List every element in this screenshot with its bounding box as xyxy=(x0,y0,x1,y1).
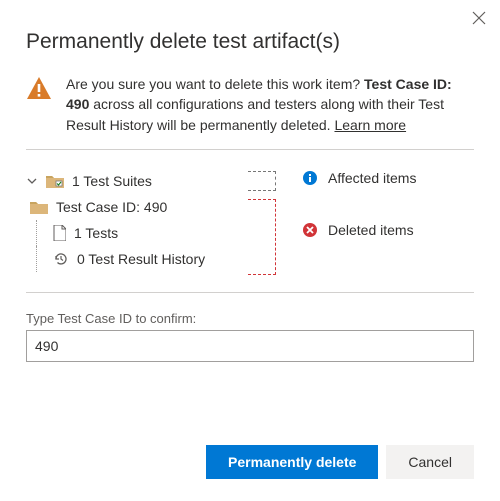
tree-row-tests[interactable]: 1 Tests xyxy=(36,220,244,246)
warning-section: Are you sure you want to delete this wor… xyxy=(26,74,474,135)
legend-deleted: Deleted items xyxy=(302,222,474,238)
warning-text-pre: Are you sure you want to delete this wor… xyxy=(66,76,364,92)
bracket-column xyxy=(244,168,292,272)
folder-icon xyxy=(30,200,48,214)
permanently-delete-button[interactable]: Permanently delete xyxy=(206,445,378,479)
history-icon xyxy=(53,251,69,267)
divider xyxy=(26,149,474,150)
folder-suite-icon xyxy=(46,174,64,188)
confirm-input[interactable] xyxy=(26,330,474,362)
warning-triangle-icon xyxy=(26,76,52,100)
error-icon xyxy=(302,222,318,238)
confirm-label: Type Test Case ID to confirm: xyxy=(26,311,474,326)
warning-text: Are you sure you want to delete this wor… xyxy=(66,74,474,135)
tree-and-legend: 1 Test Suites Test Case ID: 490 1 Tests xyxy=(26,168,474,272)
artifact-tree: 1 Test Suites Test Case ID: 490 1 Tests xyxy=(26,168,244,272)
tree-label-history: 0 Test Result History xyxy=(77,251,205,267)
tree-row-suites[interactable]: 1 Test Suites xyxy=(26,168,244,194)
deleted-bracket xyxy=(248,199,276,275)
tree-row-history[interactable]: 0 Test Result History xyxy=(36,246,244,272)
tree-label-case: Test Case ID: 490 xyxy=(56,199,167,215)
legend-deleted-label: Deleted items xyxy=(328,222,414,238)
file-icon xyxy=(53,225,66,241)
tree-row-case[interactable]: Test Case ID: 490 xyxy=(26,194,244,220)
close-icon[interactable] xyxy=(472,10,486,28)
legend: Affected items Deleted items xyxy=(292,168,474,272)
tree-label-suites: 1 Test Suites xyxy=(72,173,152,189)
learn-more-link[interactable]: Learn more xyxy=(334,117,406,133)
dialog-footer: Permanently delete Cancel xyxy=(206,445,474,479)
tree-label-tests: 1 Tests xyxy=(74,225,118,241)
chevron-down-icon[interactable] xyxy=(26,175,38,187)
divider-2 xyxy=(26,292,474,293)
affected-bracket xyxy=(248,171,276,191)
cancel-button[interactable]: Cancel xyxy=(386,445,474,479)
legend-affected: Affected items xyxy=(302,170,474,186)
legend-affected-label: Affected items xyxy=(328,170,416,186)
dialog-title: Permanently delete test artifact(s) xyxy=(26,30,474,54)
info-icon xyxy=(302,170,318,186)
